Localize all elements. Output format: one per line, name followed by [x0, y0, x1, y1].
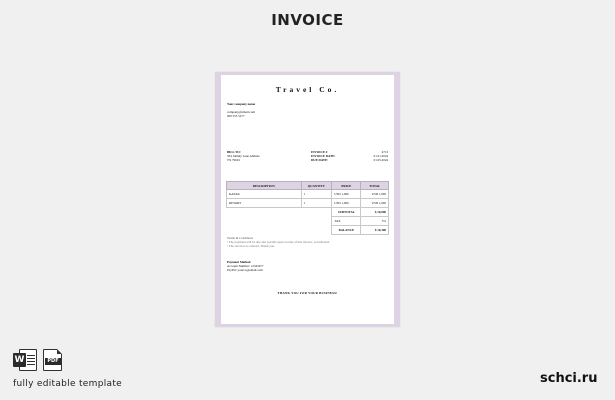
cell-total: USD 1,000 — [360, 189, 389, 199]
sender-block: Your company name company@email.com 000 … — [227, 102, 307, 118]
bill-to-address-line-2: TX 79601 — [227, 158, 241, 162]
invoice-preview-frame: Travel Co. Your company name company@ema… — [215, 72, 400, 327]
payment-block: Payment Method Account Number: 12345677 … — [227, 260, 327, 272]
cell-price: USD 1,000 — [331, 198, 362, 208]
table-header-row: DESCRIPTION QUANTITY PRICE TOTAL — [226, 181, 389, 190]
cell-description: KAYAK — [226, 189, 302, 199]
cell-total: USD 1,000 — [360, 198, 389, 208]
sender-label: Your company name — [227, 102, 256, 106]
bill-to-block: BILL TO: 504 Johnny Lane Abilene TX 7960… — [227, 150, 287, 162]
column-header-description: DESCRIPTION — [226, 181, 302, 190]
pdf-icon: PDF — [43, 349, 63, 371]
table-row: KAYAK 1 USD 1,000 USD 1,000 — [226, 189, 389, 199]
column-header-quantity: QUANTITY — [300, 181, 333, 190]
subtotal-label: SUBTOTAL — [331, 207, 362, 217]
invoice-meta: INVOICE # 4713 INVOICE DATE: 01.01.2024 … — [311, 150, 388, 162]
thank-you-note: THANK YOU FOR YOUR BUSINESS! — [277, 291, 338, 295]
format-icons: W PDF — [13, 349, 63, 371]
subtotal-value: $ 10,000 — [360, 207, 389, 217]
editable-template-caption: fully editable template — [13, 379, 122, 389]
due-date-label: DUE DATE: — [311, 158, 329, 162]
invoice-document: Travel Co. Your company name company@ema… — [221, 75, 394, 324]
terms-line: • The services as ordered. Thank you. — [227, 244, 275, 248]
cell-price: USD 1,000 — [331, 189, 362, 199]
balance-label: BALANCE — [331, 225, 362, 235]
pdf-icon-label: PDF — [45, 358, 61, 365]
sender-phone: 000 555 5277 — [227, 114, 245, 118]
column-header-price: PRICE — [331, 181, 362, 190]
table-row: RESORT 1 USD 1,000 USD 1,000 — [226, 198, 389, 208]
balance-row: BALANCE $ 10,300 — [227, 225, 389, 235]
due-date-row: DUE DATE: 01.05.2024 — [311, 158, 388, 162]
word-icon-letter: W — [13, 353, 26, 367]
tax-value: 3% — [360, 216, 389, 226]
due-date-value: 01.05.2024 — [373, 158, 388, 162]
tax-row: TAX 3% — [227, 216, 389, 226]
company-name: Travel Co. — [275, 85, 340, 94]
payment-paypal: PayPal: yourco@email.com — [227, 268, 263, 272]
terms-block: Terms & Conditions • The payment will be… — [227, 236, 347, 248]
cell-quantity: 1 — [300, 198, 333, 208]
subtotal-row: SUBTOTAL $ 10,000 — [227, 207, 389, 217]
tax-label: TAX — [331, 216, 362, 226]
brand-watermark: schci.ru — [540, 371, 598, 386]
line-items-table: DESCRIPTION QUANTITY PRICE TOTAL KAYAK 1… — [226, 181, 389, 235]
page-title: INVOICE — [271, 11, 344, 29]
word-icon: W — [13, 349, 37, 371]
balance-value: $ 10,300 — [360, 225, 389, 235]
column-header-total: TOTAL — [360, 181, 389, 190]
cell-quantity: 1 — [300, 189, 333, 199]
cell-description: RESORT — [226, 198, 302, 208]
